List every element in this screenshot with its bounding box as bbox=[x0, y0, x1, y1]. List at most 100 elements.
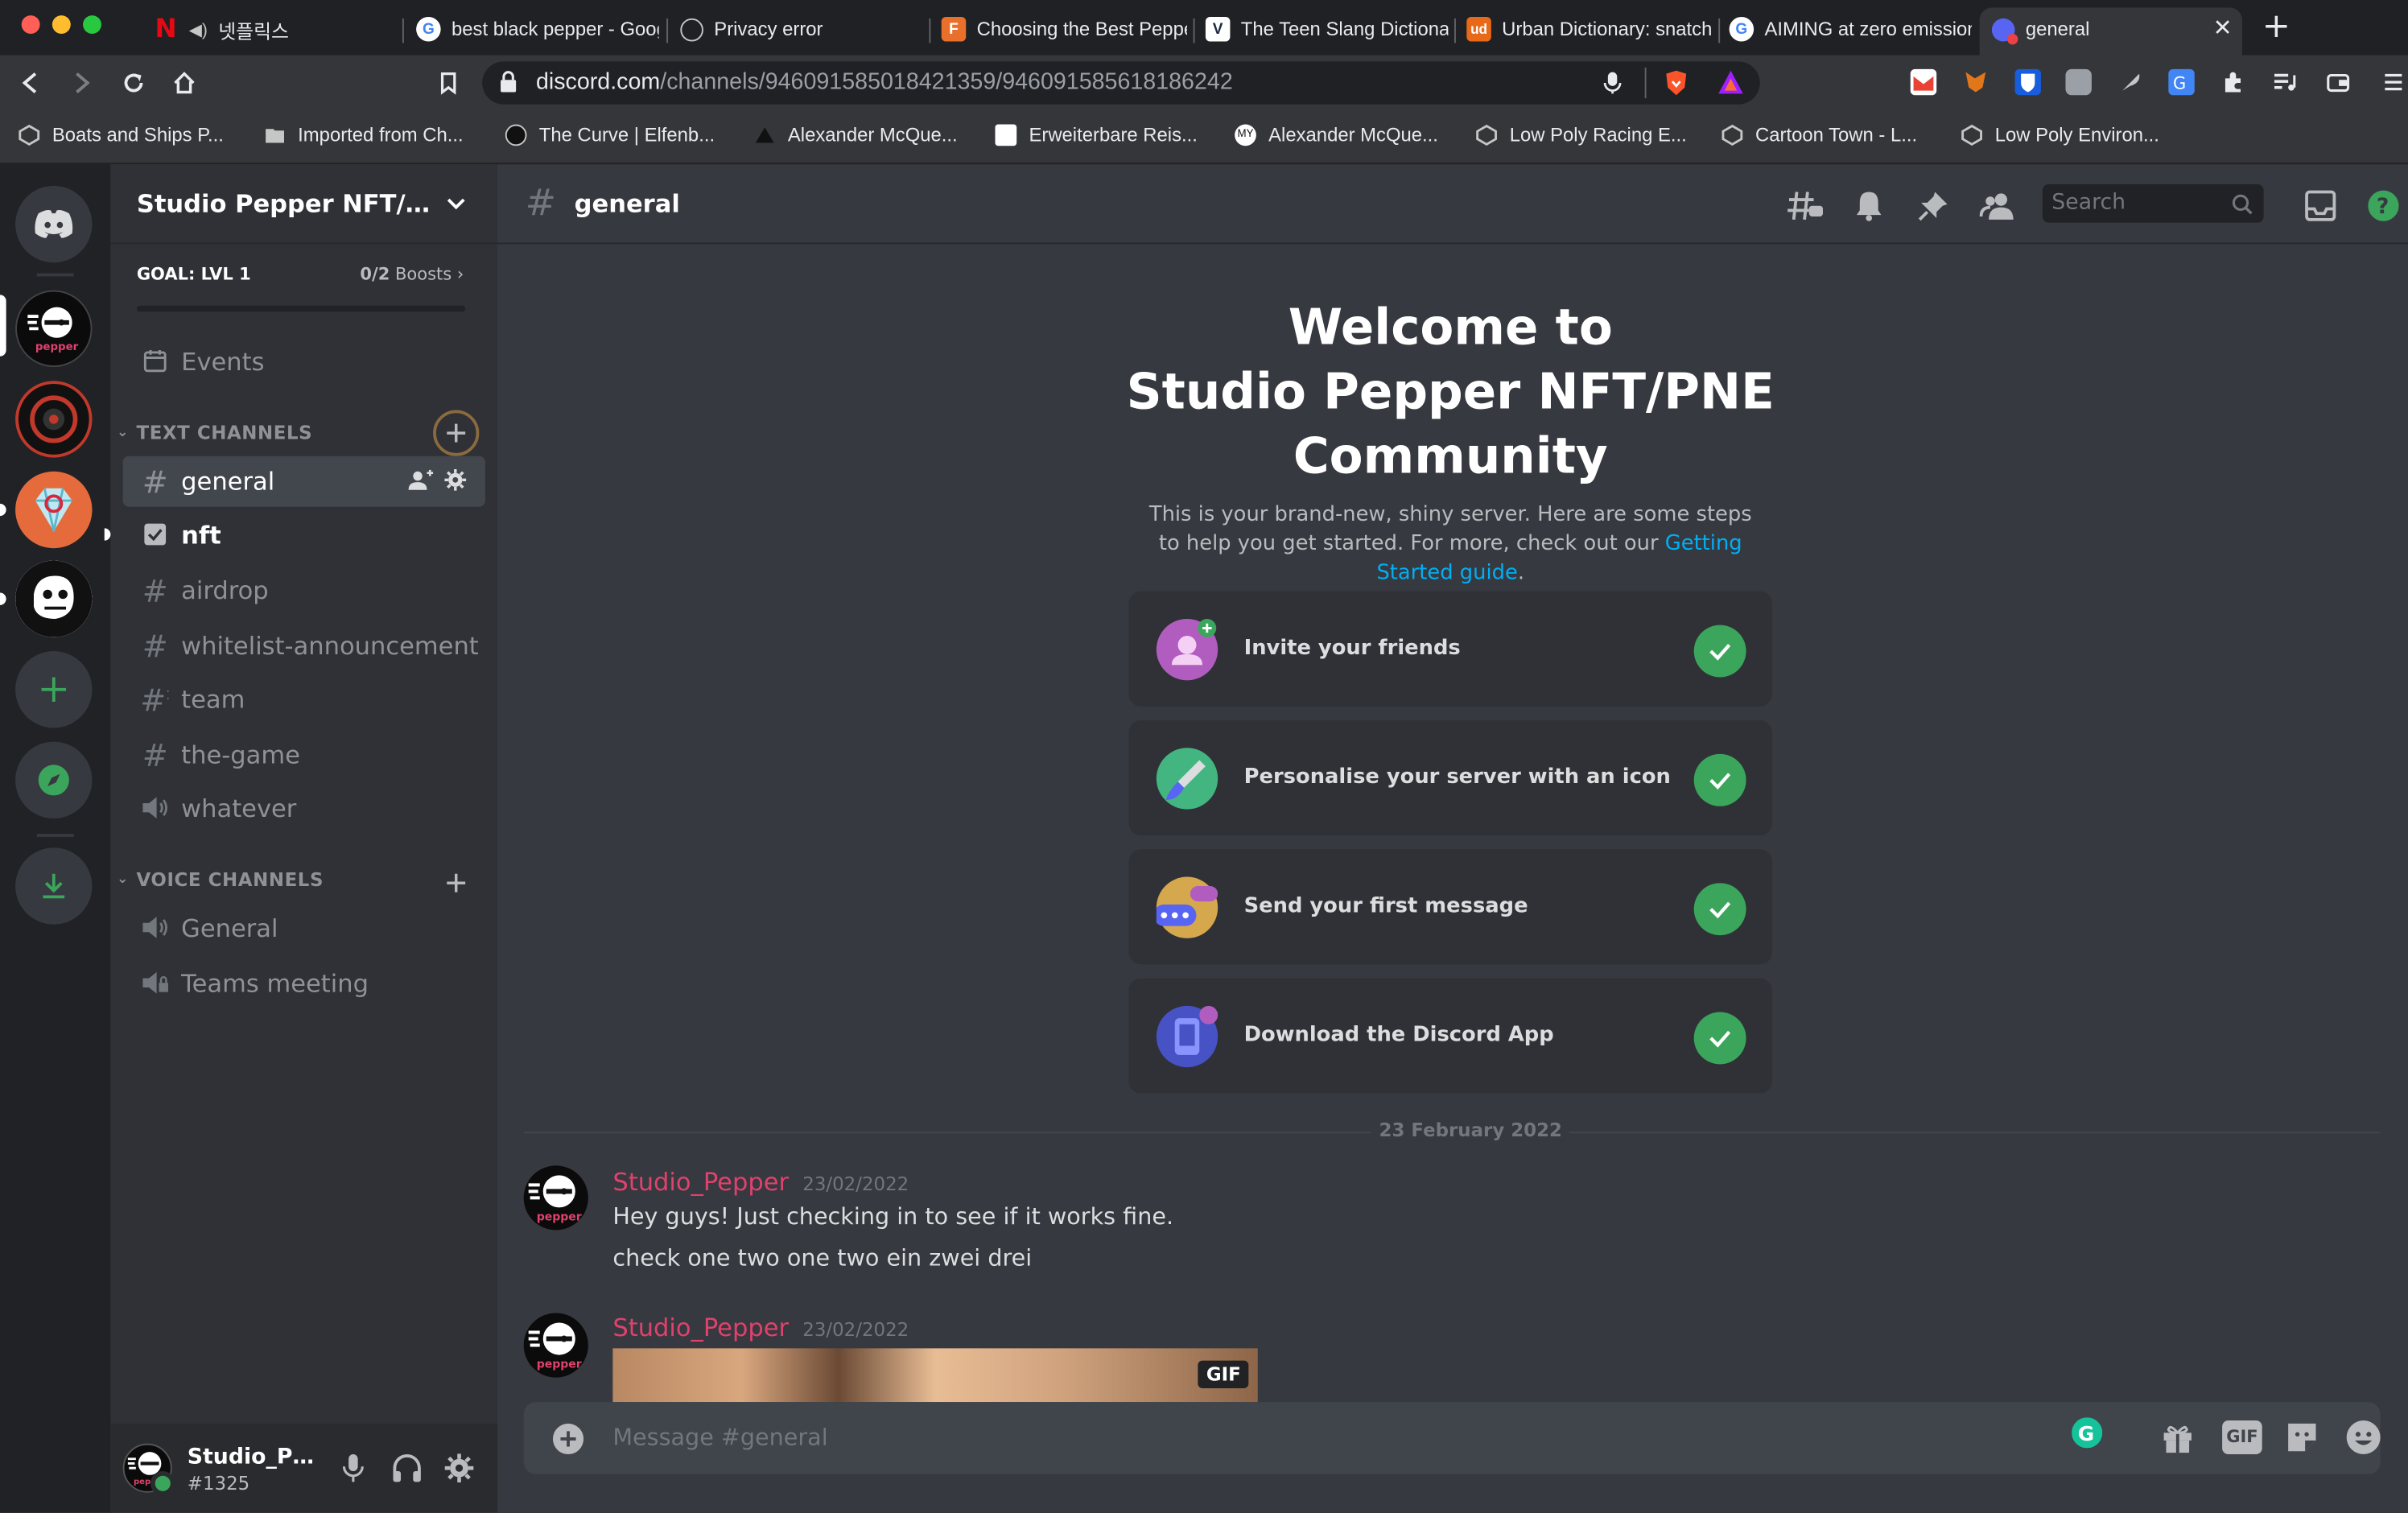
gmail-icon[interactable] bbox=[1910, 68, 1937, 96]
message-input[interactable]: Message #general bbox=[612, 1424, 2056, 1451]
grammarly-icon[interactable]: G bbox=[2072, 1417, 2103, 1454]
member-list-icon[interactable] bbox=[1979, 189, 2017, 223]
browser-menu-icon[interactable] bbox=[2381, 69, 2406, 95]
close-tab-icon[interactable]: ✕ bbox=[2213, 14, 2233, 41]
upload-plus-button[interactable] bbox=[551, 1422, 585, 1462]
create-voice-channel-button[interactable] bbox=[445, 871, 467, 900]
pin-icon[interactable] bbox=[1916, 189, 1953, 223]
tab-slang-dictionary[interactable]: V The Teen Slang Dictionary bbox=[1205, 8, 1448, 51]
channel-team[interactable]: #⁚ team bbox=[123, 674, 485, 725]
bookmark-item[interactable]: Low Poly Environ... bbox=[1961, 125, 2159, 146]
bookmark-item[interactable]: The Curve | Elfenb... bbox=[505, 124, 715, 146]
tab-privacy-error[interactable]: Privacy error bbox=[680, 8, 922, 51]
bookmark-item[interactable]: Cartoon Town - L... bbox=[1721, 125, 1917, 146]
invite-icon[interactable] bbox=[408, 468, 436, 499]
message-author[interactable]: Studio_Pepper bbox=[612, 1313, 789, 1342]
microphone-icon[interactable] bbox=[341, 1453, 366, 1490]
wallet-icon[interactable] bbox=[2325, 69, 2351, 95]
search-input[interactable]: Search bbox=[2042, 183, 2264, 223]
task-personalise-server[interactable]: Personalise your server with an icon bbox=[1128, 719, 1773, 836]
emoji-icon[interactable] bbox=[2345, 1419, 2382, 1461]
metamask-icon[interactable] bbox=[1963, 69, 1989, 95]
server-gem[interactable] bbox=[15, 471, 93, 549]
voice-channel-general[interactable]: General bbox=[123, 903, 485, 954]
new-tab-button[interactable]: + bbox=[2262, 8, 2290, 46]
gif-picker-button[interactable]: GIF bbox=[2222, 1420, 2262, 1455]
reload-icon[interactable] bbox=[120, 69, 147, 97]
ud-icon: ud bbox=[1466, 16, 1491, 42]
bookmark-item[interactable]: Erweiterbare Reis... bbox=[995, 124, 1198, 146]
create-channel-button[interactable] bbox=[433, 410, 480, 456]
notification-bell-icon[interactable] bbox=[1852, 189, 1889, 223]
voice-channel-teams-meeting[interactable]: Teams meeting bbox=[123, 959, 485, 1009]
maximize-window-button[interactable] bbox=[83, 15, 101, 34]
server-header[interactable]: Studio Pepper NFT/PNE ... bbox=[110, 164, 498, 245]
task-label: Invite your friends bbox=[1243, 635, 1461, 661]
events-item[interactable]: Events bbox=[123, 336, 485, 387]
channel-nft[interactable]: nft bbox=[123, 510, 485, 561]
hash-thread-icon: #⁚ bbox=[140, 681, 171, 719]
channel-general[interactable]: # general bbox=[122, 456, 485, 507]
extensions-puzzle-icon[interactable] bbox=[2220, 69, 2246, 95]
tab-netflix[interactable]: N ◀) 넷플릭스 bbox=[154, 8, 384, 51]
tab-aiming-zero[interactable]: G AIMING at zero emissions bbox=[1729, 8, 1972, 51]
channel-the-game[interactable]: # the-game bbox=[123, 729, 485, 780]
gift-icon[interactable] bbox=[2161, 1420, 2195, 1461]
discord-home-button[interactable] bbox=[15, 185, 93, 263]
back-icon[interactable] bbox=[17, 69, 44, 97]
tab-google-search[interactable]: G best black pepper - Google bbox=[416, 8, 659, 51]
threads-icon[interactable] bbox=[1787, 189, 1825, 223]
server-ape[interactable] bbox=[15, 560, 93, 637]
close-window-button[interactable] bbox=[21, 15, 40, 34]
bookmark-item[interactable]: Low Poly Racing E... bbox=[1476, 125, 1687, 146]
channel-whatever[interactable]: whatever bbox=[123, 783, 485, 834]
headphones-icon[interactable] bbox=[392, 1453, 423, 1490]
add-server-button[interactable] bbox=[15, 651, 93, 728]
feather-extension-icon[interactable] bbox=[2117, 69, 2143, 95]
tab-urban-dictionary[interactable]: ud Urban Dictionary: snatched bbox=[1466, 8, 1713, 51]
microphone-icon[interactable] bbox=[1603, 71, 1622, 101]
channel-whitelist-announcement[interactable]: # whitelist-announcement bbox=[123, 620, 485, 671]
address-bar[interactable]: discord.com/channels/946091585018421359/… bbox=[482, 61, 1760, 105]
google-icon: G bbox=[1729, 16, 1754, 42]
tab-pepper-article[interactable]: F Choosing the Best Pepper bbox=[941, 8, 1187, 51]
brave-rewards-icon[interactable] bbox=[1717, 69, 1744, 101]
gear-icon[interactable] bbox=[443, 468, 467, 497]
avatar[interactable]: pepper bbox=[523, 1313, 588, 1378]
bookmark-item[interactable]: Boats and Ships P... bbox=[19, 125, 224, 146]
boost-goal[interactable]: GOAL: LVL 1 0/2 Boosts › bbox=[123, 250, 485, 321]
bookmark-icon[interactable] bbox=[435, 69, 462, 97]
chevron-down-icon bbox=[445, 192, 467, 221]
task-invite-friends[interactable]: Invite your friends bbox=[1128, 591, 1773, 707]
server-studio-pepper[interactable]: pepper bbox=[15, 290, 93, 368]
brave-shield-icon[interactable] bbox=[1664, 69, 1689, 103]
download-apps-button[interactable] bbox=[15, 847, 93, 925]
bookmark-item[interactable]: Imported from Ch... bbox=[264, 125, 464, 146]
sticker-icon[interactable] bbox=[2285, 1420, 2319, 1461]
category-voice-channels[interactable]: ⌄ VOICE CHANNELS bbox=[117, 869, 324, 891]
avatar[interactable]: pepper bbox=[122, 1443, 175, 1496]
help-icon[interactable]: ? bbox=[2366, 189, 2403, 223]
bitwarden-icon[interactable] bbox=[2014, 68, 2041, 96]
inbox-icon[interactable] bbox=[2303, 189, 2340, 223]
forward-icon[interactable] bbox=[68, 69, 95, 97]
minimize-window-button[interactable] bbox=[52, 15, 71, 34]
incognito-extension-icon[interactable] bbox=[2065, 68, 2092, 96]
media-controls-icon[interactable] bbox=[2271, 69, 2297, 95]
explore-servers-button[interactable] bbox=[15, 741, 93, 819]
home-icon[interactable] bbox=[171, 69, 198, 97]
task-first-message[interactable]: Send your first message bbox=[1128, 849, 1773, 965]
server-red-circle[interactable] bbox=[15, 381, 93, 458]
task-download-app[interactable]: Download the Discord App bbox=[1128, 978, 1773, 1094]
google-translate-icon[interactable]: G bbox=[2168, 68, 2195, 96]
channel-airdrop[interactable]: # airdrop bbox=[123, 565, 485, 616]
gif-attachment[interactable]: GIF bbox=[612, 1348, 1258, 1403]
channel-name: whitelist-announcement bbox=[181, 631, 479, 661]
user-settings-gear-icon[interactable] bbox=[443, 1453, 474, 1490]
message-author[interactable]: Studio_Pepper bbox=[612, 1167, 789, 1196]
bookmark-item[interactable]: MY Alexander McQue... bbox=[1235, 124, 1438, 146]
category-text-channels[interactable]: ⌄ TEXT CHANNELS bbox=[117, 423, 312, 444]
bookmark-item[interactable]: Alexander McQue... bbox=[754, 125, 958, 146]
tab-general-active[interactable]: general ✕ bbox=[1979, 7, 2242, 56]
avatar[interactable]: pepper bbox=[523, 1165, 588, 1231]
